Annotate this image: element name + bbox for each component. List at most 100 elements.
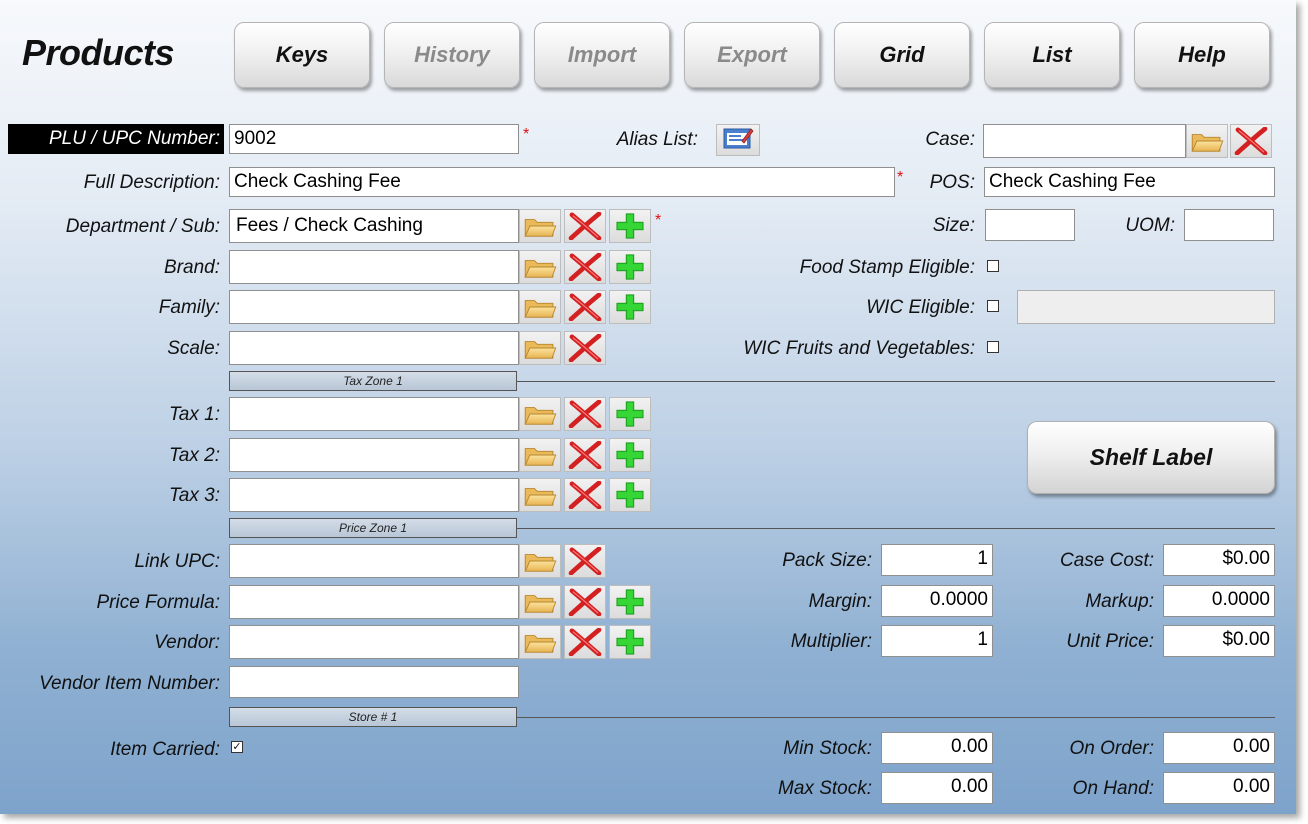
- multiplier-input[interactable]: 1: [881, 625, 993, 657]
- tax3-add-button[interactable]: [609, 478, 651, 512]
- case-input[interactable]: [983, 124, 1186, 158]
- family-add-button[interactable]: [609, 290, 651, 324]
- red-x-icon: [568, 547, 602, 575]
- folder-icon: [523, 255, 557, 279]
- scale-input[interactable]: [229, 331, 519, 365]
- price-formula-browse-button[interactable]: [519, 585, 561, 619]
- pos-label: POS:: [929, 172, 975, 193]
- case-label: Case:: [925, 129, 975, 150]
- history-button[interactable]: History: [384, 22, 520, 88]
- red-x-icon: [568, 334, 602, 362]
- wic-checkbox[interactable]: [987, 300, 999, 312]
- uom-label: UOM:: [1125, 215, 1175, 236]
- vendor-browse-button[interactable]: [519, 625, 561, 659]
- shelf-label-button[interactable]: Shelf Label: [1027, 421, 1275, 494]
- tax1-input[interactable]: [229, 397, 519, 431]
- edit-list-icon: [722, 126, 754, 155]
- uom-input[interactable]: [1184, 209, 1274, 241]
- vendor-clear-button[interactable]: [564, 625, 606, 659]
- scale-browse-button[interactable]: [519, 331, 561, 365]
- brand-clear-button[interactable]: [564, 250, 606, 284]
- alias-list-button[interactable]: [716, 124, 760, 156]
- folder-icon: [523, 443, 557, 467]
- department-input[interactable]: Fees / Check Cashing: [229, 209, 519, 243]
- green-plus-icon: [613, 481, 647, 509]
- vendor-item-number-input[interactable]: [229, 666, 519, 698]
- plu-label-box: PLU / UPC Number:: [8, 124, 224, 154]
- item-carried-label: Item Carried:: [110, 739, 220, 760]
- min-stock-input[interactable]: 0.00: [881, 732, 993, 764]
- link-upc-input[interactable]: [229, 544, 519, 578]
- case-cost-input[interactable]: $0.00: [1163, 544, 1275, 576]
- family-input[interactable]: [229, 290, 519, 324]
- on-order-label: On Order:: [1069, 738, 1154, 759]
- max-stock-input[interactable]: 0.00: [881, 772, 993, 804]
- size-input[interactable]: [985, 209, 1075, 241]
- margin-input[interactable]: 0.0000: [881, 585, 993, 617]
- price-formula-add-button[interactable]: [609, 585, 651, 619]
- on-hand-input[interactable]: 0.00: [1163, 772, 1275, 804]
- brand-browse-button[interactable]: [519, 250, 561, 284]
- department-browse-button[interactable]: [519, 209, 561, 243]
- full-description-input[interactable]: Check Cashing Fee: [229, 167, 895, 197]
- case-browse-button[interactable]: [1186, 124, 1228, 158]
- department-label: Department / Sub:: [65, 216, 220, 237]
- tax2-input[interactable]: [229, 438, 519, 472]
- wic-label: WIC Eligible:: [866, 297, 975, 318]
- family-clear-button[interactable]: [564, 290, 606, 324]
- price-zone-tab[interactable]: Price Zone 1: [229, 518, 517, 538]
- keys-button[interactable]: Keys: [234, 22, 370, 88]
- department-clear-button[interactable]: [564, 209, 606, 243]
- link-upc-clear-button[interactable]: [564, 544, 606, 578]
- pos-input[interactable]: Check Cashing Fee: [984, 167, 1275, 197]
- tax3-input[interactable]: [229, 478, 519, 512]
- wic-extra-field[interactable]: [1017, 290, 1275, 324]
- vendor-input[interactable]: [229, 625, 519, 659]
- tax2-add-button[interactable]: [609, 438, 651, 472]
- tax-zone-divider: [517, 381, 1275, 382]
- min-stock-label: Min Stock:: [783, 738, 872, 759]
- pack-size-label: Pack Size:: [782, 550, 872, 571]
- family-browse-button[interactable]: [519, 290, 561, 324]
- list-button[interactable]: List: [984, 22, 1120, 88]
- alias-list-label: Alias List:: [616, 129, 698, 150]
- food-stamp-checkbox[interactable]: [987, 260, 999, 272]
- brand-input[interactable]: [229, 250, 519, 284]
- page-title: Products: [22, 32, 175, 73]
- folder-icon: [523, 590, 557, 614]
- on-order-input[interactable]: 0.00: [1163, 732, 1275, 764]
- brand-add-button[interactable]: [609, 250, 651, 284]
- tax1-clear-button[interactable]: [564, 397, 606, 431]
- margin-label: Margin:: [808, 591, 872, 612]
- item-carried-checkbox[interactable]: ✓: [231, 741, 243, 753]
- grid-button[interactable]: Grid: [834, 22, 970, 88]
- export-button[interactable]: Export: [684, 22, 820, 88]
- tax1-add-button[interactable]: [609, 397, 651, 431]
- unit-price-input[interactable]: $0.00: [1163, 625, 1275, 657]
- case-clear-button[interactable]: [1230, 124, 1272, 158]
- tax2-browse-button[interactable]: [519, 438, 561, 472]
- tax-zone-tab[interactable]: Tax Zone 1: [229, 371, 517, 391]
- folder-icon: [523, 549, 557, 573]
- tax1-browse-button[interactable]: [519, 397, 561, 431]
- vendor-add-button[interactable]: [609, 625, 651, 659]
- help-button[interactable]: Help: [1134, 22, 1270, 88]
- price-formula-clear-button[interactable]: [564, 585, 606, 619]
- price-formula-input[interactable]: [229, 585, 519, 619]
- required-mark: *: [897, 169, 904, 186]
- tax3-clear-button[interactable]: [564, 478, 606, 512]
- tax3-browse-button[interactable]: [519, 478, 561, 512]
- wic-fruits-checkbox[interactable]: [987, 341, 999, 353]
- markup-label: Markup:: [1085, 591, 1154, 612]
- link-upc-browse-button[interactable]: [519, 544, 561, 578]
- vendor-item-number-label: Vendor Item Number:: [39, 673, 220, 694]
- store-tab[interactable]: Store # 1: [229, 707, 517, 727]
- markup-input[interactable]: 0.0000: [1163, 585, 1275, 617]
- department-add-button[interactable]: [609, 209, 651, 243]
- red-x-icon: [568, 293, 602, 321]
- pack-size-input[interactable]: 1: [881, 544, 993, 576]
- plu-input[interactable]: 9002: [229, 124, 519, 154]
- scale-clear-button[interactable]: [564, 331, 606, 365]
- tax2-clear-button[interactable]: [564, 438, 606, 472]
- import-button[interactable]: Import: [534, 22, 670, 88]
